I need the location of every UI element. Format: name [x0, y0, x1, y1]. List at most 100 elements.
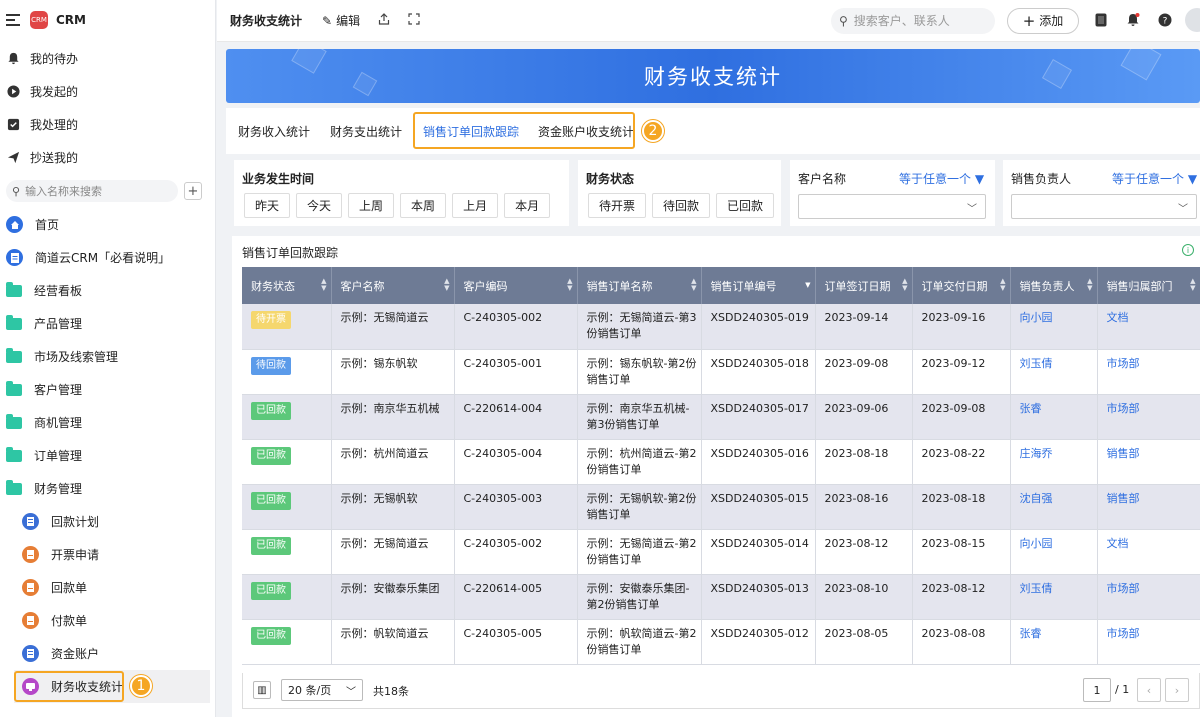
sidebar-item-handled[interactable]: 我处理的 — [0, 108, 215, 141]
match-mode-label: 等于任意一个 — [1112, 172, 1185, 186]
owner-select[interactable]: ﹀ — [1011, 194, 1197, 219]
sidebar-item-order[interactable]: 订单管理 — [0, 439, 215, 472]
dept-link[interactable]: 销售部 — [1107, 492, 1140, 505]
sidebar-item-customer[interactable]: 客户管理 — [0, 373, 215, 406]
prev-page-button[interactable]: ‹ — [1137, 678, 1161, 702]
share-icon[interactable] — [378, 13, 390, 28]
sidebar-item-finance[interactable]: 财务管理 — [0, 472, 215, 505]
owner-link[interactable]: 沈自强 — [1020, 492, 1053, 505]
sidebar-item-home[interactable]: 首页 — [0, 208, 215, 241]
column-header[interactable]: 销售订单名称 ▲ ▼ — [577, 267, 702, 304]
caret-down-icon: ▼ — [974, 172, 985, 186]
customer-select[interactable]: ﹀ — [798, 194, 986, 219]
sidebar-item-dashboard[interactable]: 经营看板 — [0, 274, 215, 307]
column-header[interactable]: 订单交付日期 ▲ ▼ — [912, 267, 1011, 304]
column-header[interactable]: 订单签订日期 ▲ ▼ — [815, 267, 913, 304]
cell-status: 已回款 — [242, 484, 332, 530]
sidebar-sub-finance-stats[interactable]: 财务收支统计 1 — [14, 670, 210, 703]
sidebar-sub-fund-account[interactable]: 资金账户 — [0, 637, 215, 670]
cell-deliver-date: 2023-08-15 — [912, 529, 1011, 575]
table-row[interactable]: 已回款 示例：无锡帆软 C-240305-003 示例：无锡帆软-第2份销售订单… — [242, 484, 1200, 530]
owner-link[interactable]: 张睿 — [1020, 402, 1042, 415]
sidebar-item-cc[interactable]: 抄送我的 — [0, 141, 215, 174]
sidebar-item-product[interactable]: 产品管理 — [0, 307, 215, 340]
sidebar-item-my-todo[interactable]: 我的待办 — [0, 42, 215, 75]
dept-link[interactable]: 文档 — [1107, 537, 1129, 550]
sidebar-item-marketing[interactable]: 市场及线索管理 — [0, 340, 215, 373]
sidebar-search-input[interactable]: ⚲ 输入名称来搜索 — [6, 180, 178, 202]
global-search-input[interactable]: ⚲ 搜索客户、联系人 — [831, 7, 995, 34]
table-row[interactable]: 待开票 示例：无锡简道云 C-240305-002 示例：无锡简道云-第3份销售… — [242, 304, 1200, 350]
sidebar-sub-payment-plan[interactable]: 回款计划 — [0, 505, 215, 538]
status-to-receive-button[interactable]: 待回款 — [652, 193, 711, 218]
dept-link[interactable]: 销售部 — [1107, 447, 1140, 460]
sidebar-item-guide[interactable]: 简道云CRM「必看说明」 — [0, 241, 215, 274]
add-button[interactable]: + 添加 — [1007, 7, 1079, 34]
table-row[interactable]: 已回款 示例：安徽泰乐集团 C-220614-005 示例：安徽泰乐集团-第2份… — [242, 574, 1200, 620]
cell-customer: 示例：无锡简道云 — [331, 304, 455, 350]
date-this-month-button[interactable]: 本月 — [504, 193, 551, 218]
page-number-input[interactable]: 1 — [1083, 678, 1111, 702]
column-header[interactable]: 销售负责人 ▲ ▼ — [1010, 267, 1098, 304]
info-icon[interactable]: i — [1182, 244, 1194, 256]
match-mode-dropdown[interactable]: 等于任意一个 ▼ — [1112, 170, 1197, 187]
date-last-week-button[interactable]: 上周 — [348, 193, 395, 218]
fullscreen-icon[interactable] — [408, 13, 420, 28]
notification-bell-icon[interactable] — [1125, 12, 1141, 28]
column-header[interactable]: 销售订单编号 ▼ — [701, 267, 816, 304]
dept-link[interactable]: 市场部 — [1107, 582, 1140, 595]
table-row[interactable]: 已回款 示例：无锡简道云 C-240305-002 示例：无锡简道云-第2份销售… — [242, 529, 1200, 575]
owner-link[interactable]: 刘玉倩 — [1020, 582, 1053, 595]
cell-code: C-220614-004 — [454, 394, 578, 440]
column-header[interactable]: 销售归属部门 ▲ ▼ — [1097, 267, 1200, 304]
table-row[interactable]: 已回款 示例：杭州简道云 C-240305-004 示例：杭州简道云-第2份销售… — [242, 439, 1200, 485]
bell-icon — [6, 52, 20, 66]
edit-button[interactable]: ✎ 编辑 — [322, 12, 360, 29]
cell-status: 待开票 — [242, 304, 332, 350]
dept-link[interactable]: 文档 — [1107, 311, 1129, 324]
column-header[interactable]: 客户编码 ▲ ▼ — [454, 267, 578, 304]
date-last-month-button[interactable]: 上月 — [452, 193, 499, 218]
sidebar-item-label: 抄送我的 — [30, 151, 79, 165]
sidebar-item-initiated[interactable]: 我发起的 — [0, 75, 215, 108]
tab-income[interactable]: 财务收入统计 — [238, 123, 310, 140]
owner-link[interactable]: 向小园 — [1020, 311, 1053, 324]
tab-expense[interactable]: 财务支出统计 — [330, 123, 402, 140]
next-page-button[interactable]: › — [1165, 678, 1189, 702]
sidebar-item-opportunity[interactable]: 商机管理 — [0, 406, 215, 439]
user-avatar[interactable] — [1185, 8, 1200, 32]
owner-link[interactable]: 张睿 — [1020, 627, 1042, 640]
match-mode-dropdown[interactable]: 等于任意一个 ▼ — [899, 170, 984, 187]
column-settings-icon[interactable]: ▥ — [253, 681, 271, 699]
decor-cube — [291, 49, 327, 74]
dept-link[interactable]: 市场部 — [1107, 627, 1140, 640]
status-received-button[interactable]: 已回款 — [716, 193, 775, 218]
cell-order: 示例：帆软简道云-第2份销售订单 — [577, 619, 702, 665]
cell-sign-date: 2023-08-05 — [815, 619, 913, 665]
date-today-button[interactable]: 今天 — [296, 193, 343, 218]
owner-link[interactable]: 向小园 — [1020, 537, 1053, 550]
dept-link[interactable]: 市场部 — [1107, 402, 1140, 415]
app-panel-icon[interactable] — [1093, 12, 1109, 28]
menu-icon[interactable] — [6, 14, 20, 26]
page-size-select[interactable]: 20 条/页 ﹀ — [281, 679, 363, 701]
date-yesterday-button[interactable]: 昨天 — [244, 193, 291, 218]
column-header[interactable]: 财务状态 ▲ ▼ — [242, 267, 332, 304]
column-header[interactable]: 客户名称 ▲ ▼ — [331, 267, 455, 304]
table-header-row: 财务状态 ▲ ▼ 客户名称 ▲ ▼ 客户编码 ▲ ▼ 销售订单名称 ▲ ▼ 销售订单编号 ▼ 订单… — [242, 267, 1200, 304]
owner-link[interactable]: 庄海乔 — [1020, 447, 1053, 460]
add-menu-button[interactable]: + — [184, 182, 202, 200]
help-icon[interactable]: ? — [1157, 12, 1173, 28]
cell-code: C-240305-004 — [454, 439, 578, 485]
sidebar-sub-invoice[interactable]: 开票申请 — [0, 538, 215, 571]
table-row[interactable]: 待回款 示例：锡东帆软 C-240305-001 示例：锡东帆软-第2份销售订单… — [242, 349, 1200, 395]
sidebar-sub-receipt[interactable]: 回款单 — [0, 571, 215, 604]
sidebar-sub-payment[interactable]: 付款单 — [0, 604, 215, 637]
table-row[interactable]: 已回款 示例：南京华五机械 C-220614-004 示例：南京华五机械-第3份… — [242, 394, 1200, 440]
date-this-week-button[interactable]: 本周 — [400, 193, 447, 218]
table-row[interactable]: 已回款 示例：帆软简道云 C-240305-005 示例：帆软简道云-第2份销售… — [242, 619, 1200, 665]
owner-link[interactable]: 刘玉倩 — [1020, 357, 1053, 370]
status-to-invoice-button[interactable]: 待开票 — [588, 193, 647, 218]
dept-link[interactable]: 市场部 — [1107, 357, 1140, 370]
cell-sign-date: 2023-09-14 — [815, 304, 913, 350]
